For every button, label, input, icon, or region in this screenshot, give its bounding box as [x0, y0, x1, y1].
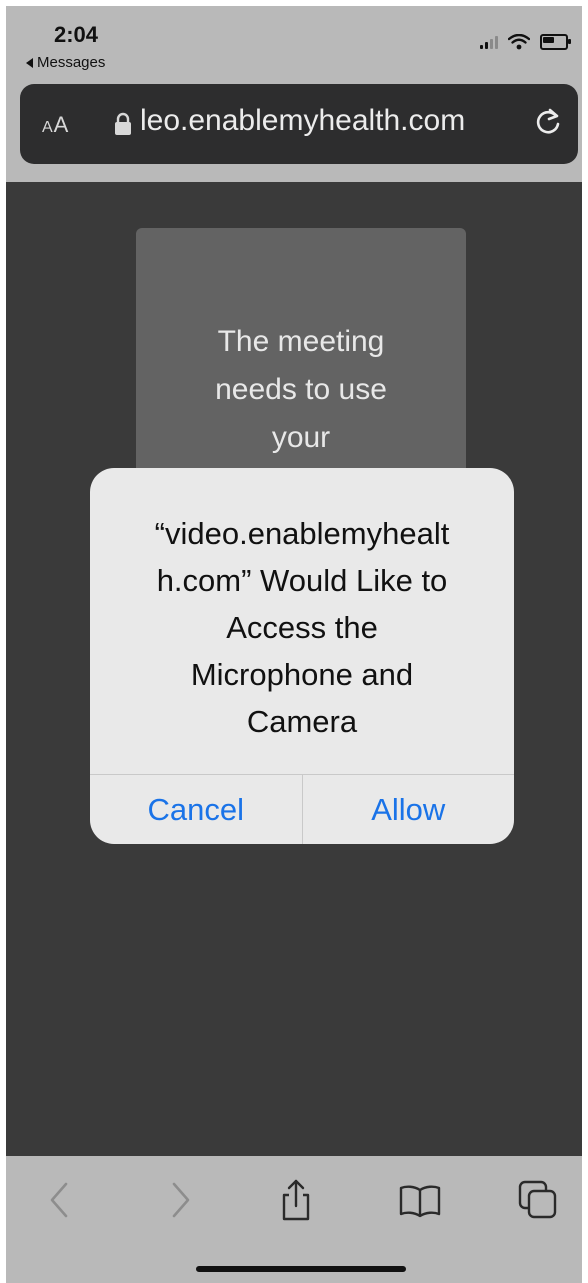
url-text: leo.enablemyhealth.com [140, 104, 466, 137]
cancel-button[interactable]: Cancel [90, 775, 302, 844]
lock-icon [115, 112, 131, 135]
alert-message: “video.enablemyhealt h.com” Would Like t… [90, 510, 514, 745]
meeting-permission-card: The meeting needs to use your [136, 228, 466, 498]
cellular-signal-icon [480, 35, 498, 49]
alert-message-line: Microphone and [190, 657, 414, 692]
top-chrome: 2:04 Messages AA leo.enablemyhealth.com [6, 6, 582, 182]
share-icon[interactable] [274, 1178, 318, 1222]
forward-icon[interactable] [158, 1178, 202, 1222]
allow-button[interactable]: Allow [301, 775, 515, 844]
status-time: 2:04 [54, 22, 99, 47]
home-indicator[interactable] [196, 1266, 406, 1272]
tabs-icon[interactable] [516, 1178, 560, 1222]
text-size-button[interactable]: AA [42, 112, 69, 138]
bottom-toolbar [6, 1156, 582, 1283]
back-app-label: Messages [37, 54, 106, 71]
alert-message-line: h.com” Would Like to [156, 563, 448, 598]
permission-alert: “video.enablemyhealt h.com” Would Like t… [90, 468, 514, 844]
card-line: needs to use [215, 373, 387, 406]
alert-message-line: Camera [246, 704, 358, 739]
card-text: The meeting needs to use your [136, 318, 466, 462]
bookmarks-icon[interactable] [398, 1178, 442, 1222]
alert-message-line: “video.enablemyhealt [154, 516, 450, 551]
url-bar[interactable]: AA leo.enablemyhealth.com [20, 84, 578, 164]
wifi-icon [508, 34, 530, 50]
back-triangle-icon [26, 57, 33, 68]
back-to-messages[interactable]: Messages [26, 54, 105, 71]
card-line: The meeting [217, 325, 385, 358]
status-icons [480, 34, 571, 50]
card-line: your [271, 421, 331, 454]
back-icon[interactable] [38, 1178, 82, 1222]
battery-icon [540, 34, 571, 50]
alert-message-line: Access the [226, 610, 378, 645]
phone-screen: 2:04 Messages AA leo.enablemyhealth.com [6, 6, 582, 1283]
alert-buttons: Cancel Allow [90, 774, 514, 844]
reload-icon[interactable] [530, 104, 566, 140]
